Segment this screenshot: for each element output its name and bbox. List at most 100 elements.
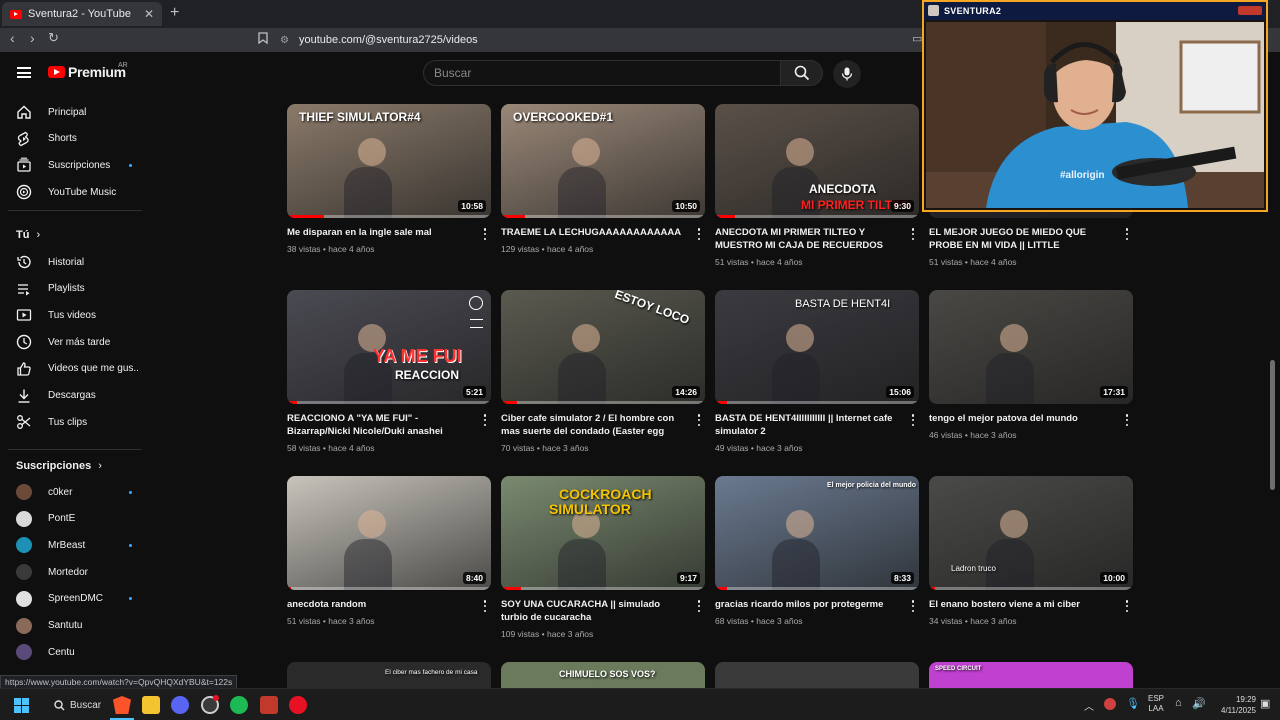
watch-later-hover-icon[interactable] (469, 296, 483, 310)
tab-close-icon[interactable]: ✕ (144, 7, 154, 21)
video-thumbnail[interactable]: COCKROACH SIMULATOR 9:17 (501, 476, 705, 590)
clock[interactable]: 19:29 4/11/2025 (1210, 694, 1256, 716)
video-thumbnail[interactable]: El mejor policia del mundo 8:33 (715, 476, 919, 590)
bookmark-icon[interactable] (258, 32, 268, 47)
video-thumbnail-partial[interactable]: CHIMUELO SOS VOS? (501, 662, 705, 688)
video-card[interactable]: THIEF SIMULATOR#4 10:58 Me disparan en la … (287, 104, 491, 274)
video-title[interactable]: Ciber cafe simulator 2 / El hombre con m… (501, 412, 689, 438)
more-options-icon[interactable] (911, 228, 915, 240)
video-title[interactable]: TRAEME LA LECHUGAAAAAAAAAAAA (501, 226, 689, 239)
more-options-icon[interactable] (1125, 600, 1129, 612)
video-title[interactable]: Me disparan en la ingle sale mal (287, 226, 475, 239)
subscription-item[interactable]: c0ker (0, 479, 150, 505)
video-thumbnail[interactable]: THIEF SIMULATOR#4 10:58 (287, 104, 491, 218)
video-title[interactable]: anecdota random (287, 598, 475, 611)
video-card[interactable]: El mejor policia del mundo 8:33 gracias ri… (715, 476, 919, 646)
sidebar-item-history[interactable]: Historial (0, 249, 150, 275)
more-options-icon[interactable] (1125, 414, 1129, 426)
subscription-item[interactable]: SpreenDMC (0, 586, 150, 612)
back-icon[interactable]: ‹ (10, 30, 15, 46)
voice-meeter-icon[interactable] (260, 696, 278, 714)
volume-icon[interactable]: 🔊 (1192, 697, 1206, 710)
video-thumbnail[interactable]: ANECDOTA MI PRIMER TILTEO 9:30 (715, 104, 919, 218)
sidebar-item-download[interactable]: Descargas (0, 383, 150, 409)
reload-icon[interactable]: ↻ (48, 30, 59, 46)
more-options-icon[interactable] (483, 228, 487, 240)
video-card[interactable]: Ladron truco 10:00 El enano bostero viene … (929, 476, 1133, 646)
video-card[interactable]: COCKROACH SIMULATOR 9:17 SOY UNA CUCARACHA … (501, 476, 705, 646)
tray-expand-icon[interactable]: ︿ (1084, 698, 1094, 713)
video-title[interactable]: EL MEJOR JUEGO DE MIEDO QUE PROBE EN MI … (929, 226, 1117, 252)
video-card[interactable]: BASTA DE HENT4I 15:06 BASTA DE HENT4IIIIII… (715, 290, 919, 460)
tray-app-icon[interactable] (1104, 698, 1116, 710)
more-options-icon[interactable] (1125, 228, 1129, 240)
video-title[interactable]: SOY UNA CUCARACHA || simulado turbio de … (501, 598, 689, 624)
video-title[interactable]: REACCIONO A "YA ME FUI" - Bizarrap/Nicki… (287, 412, 475, 438)
youtube-logo-icon[interactable] (48, 66, 65, 78)
sidebar-item-watch-later[interactable]: Ver más tarde (0, 329, 150, 355)
more-options-icon[interactable] (483, 414, 487, 426)
red-app-icon[interactable] (289, 696, 307, 714)
more-options-icon[interactable] (911, 414, 915, 426)
subscription-item[interactable]: Santutu (0, 613, 150, 639)
video-title[interactable]: gracias ricardo milos por protegerme (715, 598, 903, 611)
video-title[interactable]: BASTA DE HENT4IIIIIIIIIII || Internet ca… (715, 412, 903, 438)
notification-center-icon[interactable]: ▣ (1260, 697, 1270, 710)
video-thumbnail[interactable]: 17:31 (929, 290, 1133, 404)
video-title[interactable]: El enano bostero viene a mi ciber (929, 598, 1117, 611)
forward-icon[interactable]: › (30, 30, 35, 46)
network-icon[interactable]: ⌂ (1175, 697, 1182, 709)
sidebar-item-shorts[interactable]: Shorts (0, 126, 150, 152)
browser-tab[interactable]: Sventura2 - YouTube ✕ (2, 2, 162, 26)
site-info-icon[interactable]: ⚙ (280, 35, 289, 46)
video-thumbnail[interactable]: Ladron truco 10:00 (929, 476, 1133, 590)
page-scrollbar[interactable] (1270, 360, 1275, 490)
subscription-item[interactable]: Mortedor (0, 559, 150, 585)
subscription-item[interactable]: Centu (0, 639, 150, 665)
video-thumbnail[interactable]: YA ME FUI REACCION 5:21 (287, 290, 491, 404)
sidebar-subscriptions-heading[interactable]: Suscripciones › (16, 460, 102, 472)
sidebar-item-principal[interactable]: Principal (0, 99, 150, 125)
windows-start-icon[interactable] (14, 698, 29, 718)
video-title[interactable]: ANECDOTA MI PRIMER TILTEO Y MUESTRO MI C… (715, 226, 903, 252)
video-thumbnail-partial[interactable]: El ciber mas fachero de mi casa (287, 662, 491, 688)
subscription-item[interactable]: MrBeast (0, 532, 150, 558)
video-card[interactable]: YA ME FUI REACCION 5:21 REACCIONO A "YA ME … (287, 290, 491, 460)
video-thumbnail-partial[interactable] (715, 662, 919, 688)
sidebar-item-clips[interactable]: Tus clips (0, 409, 150, 435)
discord-icon[interactable] (171, 696, 189, 714)
more-options-icon[interactable] (911, 600, 915, 612)
cast-icon[interactable]: ▭ (912, 32, 922, 45)
video-title[interactable]: tengo el mejor patova del mundo (929, 412, 1117, 425)
more-options-icon[interactable] (483, 600, 487, 612)
voice-search-button[interactable] (833, 60, 861, 88)
sidebar-item-liked[interactable]: Videos que me gus... (0, 356, 150, 382)
spotify-icon[interactable] (230, 696, 248, 714)
video-thumbnail-partial[interactable]: SPEED CIRCUIT (929, 662, 1133, 688)
search-button[interactable] (781, 60, 823, 86)
add-to-queue-icon[interactable] (470, 319, 483, 328)
new-tab-button[interactable]: + (170, 4, 179, 22)
video-thumbnail[interactable]: 8:40 (287, 476, 491, 590)
video-card[interactable]: 8:40 anecdota random 51 vistas • hace 3 añ… (287, 476, 491, 646)
sidebar-item-playlists[interactable]: Playlists (0, 276, 150, 302)
video-card[interactable]: ESTOY LOCO 14:26 Ciber cafe simulator 2 / … (501, 290, 705, 460)
more-options-icon[interactable] (697, 600, 701, 612)
sidebar-item-youtube-music[interactable]: YouTube Music (0, 179, 150, 205)
sidebar-item-suscripciones[interactable]: Suscripciones (0, 152, 150, 178)
more-options-icon[interactable] (697, 228, 701, 240)
tray-mic-icon[interactable]: 🎙 (1126, 697, 1140, 710)
subscription-item[interactable]: PontE (0, 506, 150, 532)
video-card[interactable]: 17:31 tengo el mejor patova del mundo 46 v… (929, 290, 1133, 460)
brave-browser-icon[interactable] (113, 696, 131, 714)
file-explorer-icon[interactable] (142, 696, 160, 714)
taskbar-search[interactable]: Buscar (44, 695, 104, 715)
video-thumbnail[interactable]: OVERCOOKED#1 10:50 (501, 104, 705, 218)
address-bar[interactable]: ⚙ youtube.com/@sventura2725/videos (280, 30, 920, 50)
more-options-icon[interactable] (697, 414, 701, 426)
sidebar-item-your-videos[interactable]: Tus videos (0, 302, 150, 328)
video-card[interactable]: ANECDOTA MI PRIMER TILTEO 9:30 ANECDOTA MI … (715, 104, 919, 274)
search-input[interactable]: Buscar (423, 60, 781, 86)
language-indicator[interactable]: ESP LAA (1148, 694, 1164, 714)
video-thumbnail[interactable]: ESTOY LOCO 14:26 (501, 290, 705, 404)
